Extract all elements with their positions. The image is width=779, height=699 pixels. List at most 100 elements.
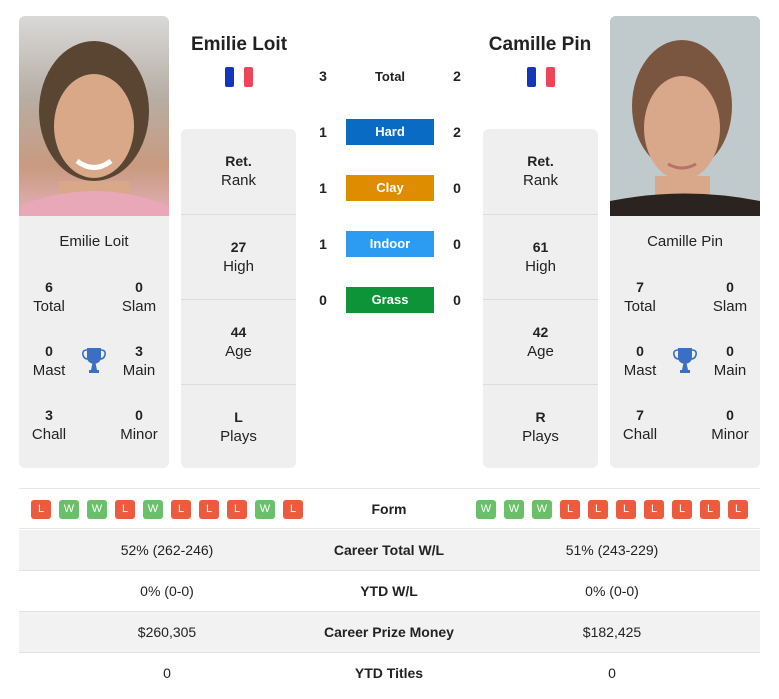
stat-value: 0 xyxy=(726,407,734,423)
surface-badge-grass[interactable]: Grass xyxy=(346,287,434,313)
surface-badge-indoor[interactable]: Indoor xyxy=(346,231,434,257)
form-badge-loss: L xyxy=(700,500,720,519)
stat-label: Slam xyxy=(121,298,157,315)
player-name-small: Emilie Loit xyxy=(59,233,129,250)
form-badge-loss: L xyxy=(588,500,608,519)
stat-right-value: 0% (0-0) xyxy=(585,583,639,599)
stat-label: YTD Titles xyxy=(354,665,424,681)
titles-card-left: Emilie Loit 6 Total 0 Slam 0 Mast 3 Main 3 Ch… xyxy=(19,216,169,468)
player-name-right[interactable]: Camille Pin xyxy=(450,34,630,56)
info-label: Plays xyxy=(220,428,257,445)
info-card-right: Ret. Rank 61 High 42 Age R Plays xyxy=(483,129,598,468)
h2h-right-value: 2 xyxy=(453,124,461,140)
titles-minor: 0 Minor xyxy=(109,405,169,445)
stat-right-value: 51% (243-229) xyxy=(565,542,659,558)
h2h-left-value: 1 xyxy=(319,236,327,252)
h2h-surface-row: 1 Clay 0 xyxy=(310,175,470,201)
info-age: 42 Age xyxy=(483,299,598,384)
stat-right-value: 0 xyxy=(608,665,616,681)
info-high: 27 High xyxy=(181,214,296,299)
h2h-left-value: 1 xyxy=(319,124,327,140)
form-badge-loss: L xyxy=(728,500,748,519)
form-badge-win: W xyxy=(59,500,79,519)
titles-slam: 0 Slam xyxy=(700,277,760,317)
stat-label: Chall xyxy=(622,426,658,443)
stat-label: Minor xyxy=(711,426,749,443)
titles-slam: 0 Slam xyxy=(109,277,169,317)
info-label: Rank xyxy=(522,172,559,189)
form-badge-loss: L xyxy=(560,500,580,519)
h2h-surface-row: 0 Grass 0 xyxy=(310,287,470,313)
titles-mast: 0 Mast xyxy=(610,341,670,381)
form-badge-loss: L xyxy=(644,500,664,519)
info-plays: L Plays xyxy=(181,384,296,469)
form-badge-loss: L xyxy=(616,500,636,519)
info-rank: Ret. Rank xyxy=(483,129,598,214)
h2h-left-value: 3 xyxy=(319,68,327,84)
info-rank: Ret. Rank xyxy=(181,129,296,214)
france-flag-icon xyxy=(527,67,555,87)
stat-left-value: 0 xyxy=(163,665,171,681)
stat-value: 0 xyxy=(636,343,644,359)
trophy-icon xyxy=(82,348,106,373)
stat-label: Career Total W/L xyxy=(333,542,445,558)
stat-value: 0 xyxy=(726,343,734,359)
surface-badge-hard[interactable]: Hard xyxy=(346,119,434,145)
h2h-right-value: 0 xyxy=(453,292,461,308)
surface-badge-clay[interactable]: Clay xyxy=(346,175,434,201)
stat-label: Main xyxy=(122,362,156,379)
stat-label: Career Prize Money xyxy=(324,624,454,640)
titles-main: 3 Main xyxy=(109,341,169,381)
h2h-total-label: Total xyxy=(374,69,406,84)
info-value: 61 xyxy=(532,239,549,255)
form-badges-right: WWWLLLLLLL xyxy=(476,500,748,519)
stat-row-ytd-wl: 0% (0-0) YTD W/L 0% (0-0) xyxy=(19,571,760,612)
stat-label: Slam xyxy=(712,298,748,315)
info-high: 61 High xyxy=(483,214,598,299)
h2h-total-row: 3 Total 2 xyxy=(310,63,470,89)
stat-value: 7 xyxy=(636,407,644,423)
titles-card-right: Camille Pin 7 Total 0 Slam 0 Mast 0 Main 7 Ch… xyxy=(610,216,760,468)
form-badge-win: W xyxy=(504,500,524,519)
stat-left-value: 0% (0-0) xyxy=(140,583,194,599)
stat-value: 0 xyxy=(135,407,143,423)
info-card-left: Ret. Rank 27 High 44 Age L Plays xyxy=(181,129,296,468)
stat-value: 3 xyxy=(45,407,53,423)
player-photo-right xyxy=(610,16,760,216)
player-portrait-left xyxy=(19,41,169,216)
france-flag-icon xyxy=(225,67,253,87)
stat-label: YTD W/L xyxy=(360,583,418,599)
player-name-small: Camille Pin xyxy=(647,233,723,250)
info-label: Age xyxy=(527,343,554,360)
stat-left-value: $260,305 xyxy=(137,624,197,640)
h2h-right-value: 0 xyxy=(453,236,461,252)
h2h-left-value: 1 xyxy=(319,180,327,196)
info-label: High xyxy=(223,258,254,275)
stat-label: Total xyxy=(33,298,65,315)
form-row: LWWLWLLLWL Form WWWLLLLLLL xyxy=(19,488,760,529)
info-label: Plays xyxy=(522,428,559,445)
h2h-left-value: 0 xyxy=(319,292,327,308)
stat-label: Total xyxy=(624,298,656,315)
form-badge-loss: L xyxy=(227,500,247,519)
stat-value: 6 xyxy=(45,279,53,295)
stat-right-value: $182,425 xyxy=(582,624,642,640)
info-value: Ret. xyxy=(527,153,554,169)
info-label: High xyxy=(525,258,556,275)
info-plays: R Plays xyxy=(483,384,598,469)
titles-chall: 7 Chall xyxy=(610,405,670,445)
info-value: L xyxy=(234,409,243,425)
info-value: 44 xyxy=(230,324,247,340)
titles-main: 0 Main xyxy=(700,341,760,381)
titles-chall: 3 Chall xyxy=(19,405,79,445)
info-label: Age xyxy=(225,343,252,360)
titles-total: 6 Total xyxy=(19,277,79,317)
h2h-surface-row: 1 Indoor 0 xyxy=(310,231,470,257)
info-value: Ret. xyxy=(225,153,252,169)
stat-label: Chall xyxy=(31,426,67,443)
stat-label: Minor xyxy=(120,426,158,443)
player-name-left[interactable]: Emilie Loit xyxy=(149,34,329,56)
stat-label: Mast xyxy=(623,362,657,379)
h2h-right-value: 0 xyxy=(453,180,461,196)
player-portrait-right xyxy=(610,16,760,216)
